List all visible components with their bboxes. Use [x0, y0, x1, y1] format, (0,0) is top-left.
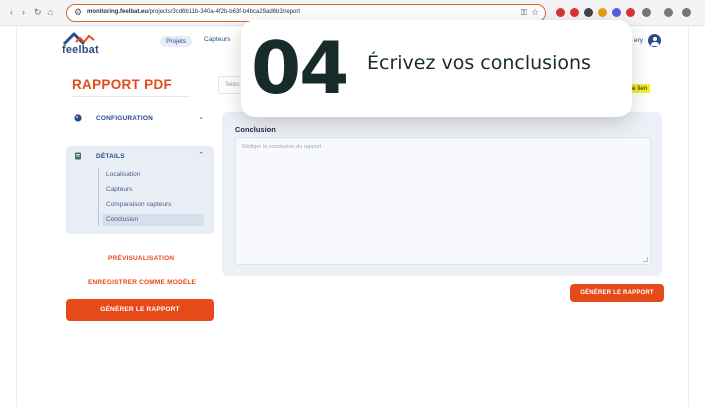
home-icon[interactable]: ⌂ [48, 7, 53, 17]
title-divider [72, 96, 190, 97]
sub-item-capteurs[interactable]: Capteurs [106, 186, 132, 193]
page-title: RAPPORT PDF [72, 77, 173, 92]
sub-item-conclusion[interactable]: Conclusion [106, 216, 138, 223]
puzzle-icon[interactable] [642, 8, 651, 17]
conclusion-placeholder: Rédiger la conclusion du rapport [242, 144, 322, 150]
reload-icon[interactable]: ↻ [34, 7, 42, 18]
chevron-down-icon: ⌄ [198, 114, 204, 121]
logo-text: feelbat [62, 44, 99, 56]
tutorial-step-card: 04 Écrivez vos conclusions [241, 20, 632, 117]
save-template-link[interactable]: ENREGISTRER COMME MODÈLE [88, 279, 196, 286]
url-text: monitoring.feelbat.eu/projects/3cd6b11b-… [87, 9, 301, 15]
extension-icon[interactable] [556, 8, 565, 17]
bookmark-star-icon[interactable]: ☆ [531, 7, 539, 18]
preview-link[interactable]: PRÉVISUALISATION [108, 255, 174, 262]
extension-icon[interactable] [584, 8, 593, 17]
profile-icon[interactable] [664, 8, 673, 17]
forward-arrow-icon[interactable]: › [22, 7, 25, 17]
sub-item-localisation[interactable]: Localisation [106, 171, 140, 178]
extension-icon[interactable] [598, 8, 607, 17]
step-caption: Écrivez vos conclusions [367, 52, 591, 74]
nav-projects[interactable]: Projets [160, 36, 193, 47]
extension-icon[interactable] [612, 8, 621, 17]
sub-item-comparaison[interactable]: Comparaison capteurs [106, 201, 171, 208]
key-icon[interactable]: ⚿ [521, 8, 527, 18]
highlighted-link-text[interactable]: e lien [630, 84, 650, 93]
resize-handle-icon[interactable] [643, 257, 648, 262]
download-icon[interactable] [682, 8, 691, 17]
conclusion-textarea[interactable]: Rédiger la conclusion du rapport [235, 137, 651, 265]
sidebar-item-label: CONFIGURATION [96, 115, 154, 122]
extension-icon[interactable] [570, 8, 579, 17]
generate-report-button[interactable]: GÉNÉRER LE RAPPORT [66, 299, 214, 321]
sidebar-item-details[interactable]: DÉTAILS ⌃ [66, 146, 214, 170]
back-arrow-icon[interactable]: ‹ [10, 7, 13, 17]
document-icon [75, 152, 81, 160]
template-select-placeholder: Sélec [225, 82, 241, 88]
site-settings-icon[interactable]: ⚙ [74, 7, 82, 18]
generate-report-button-main[interactable]: GÉNÉRER LE RAPPORT [570, 284, 664, 302]
sidebar-item-configuration[interactable]: CONFIGURATION ⌄ [66, 108, 214, 132]
nav-sensors[interactable]: Capteurs [204, 36, 230, 43]
user-name: ery [634, 37, 644, 44]
sub-items-guide [98, 168, 99, 226]
conclusion-label: Conclusion [235, 125, 276, 134]
step-number: 04 [251, 26, 349, 110]
sidebar-item-label: DÉTAILS [96, 153, 125, 160]
chevron-up-icon: ⌃ [198, 152, 204, 159]
palette-icon [74, 114, 82, 122]
user-avatar-icon[interactable] [648, 34, 661, 47]
extension-icon[interactable] [626, 8, 635, 17]
